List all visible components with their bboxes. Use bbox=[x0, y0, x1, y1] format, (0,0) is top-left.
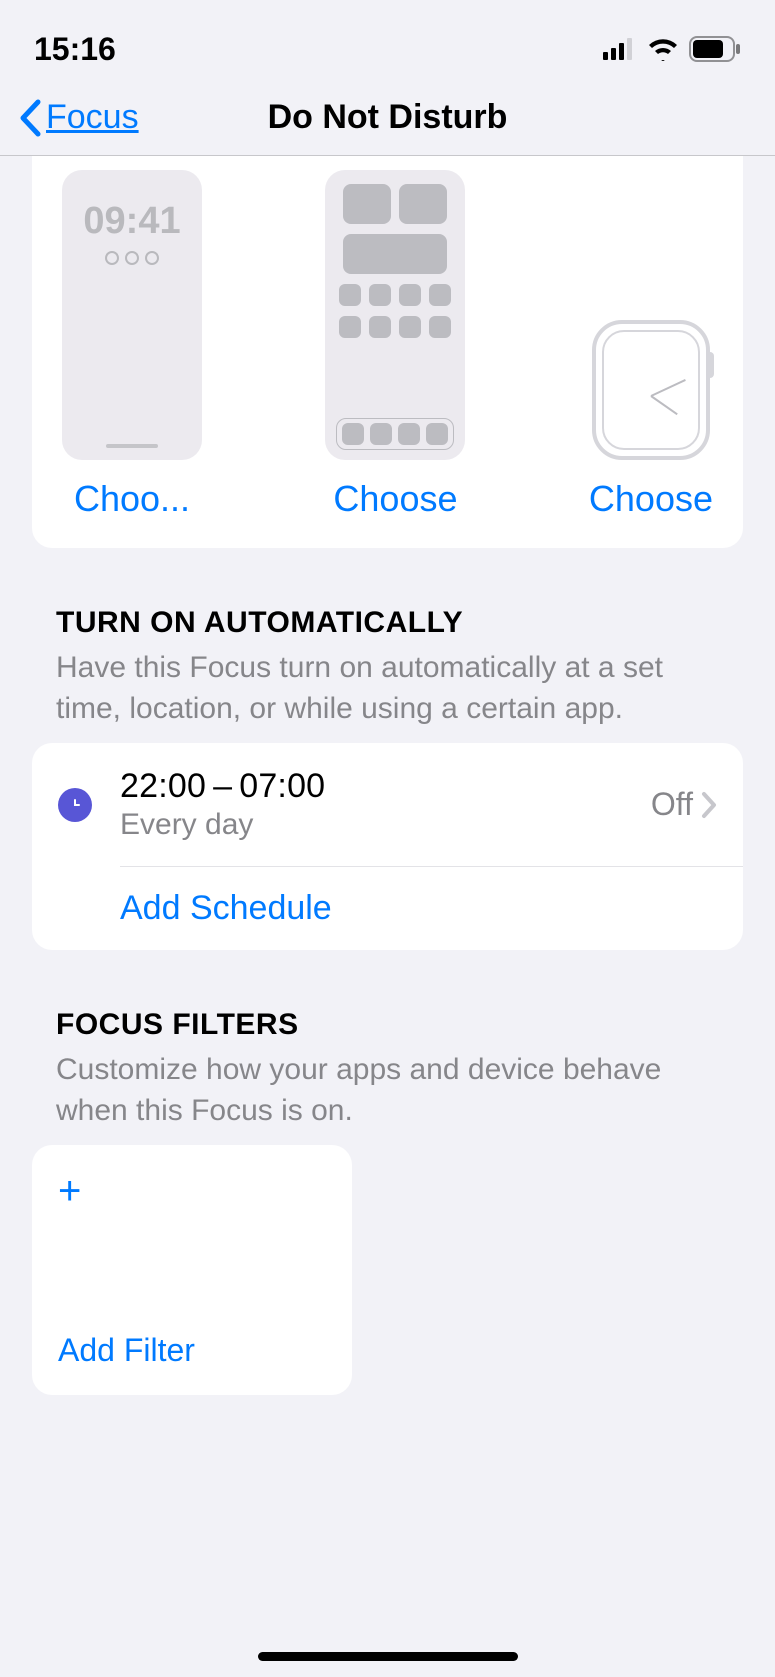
lock-preview-dots bbox=[105, 251, 159, 265]
lock-preview-clock: 09:41 bbox=[83, 200, 180, 243]
filters-header-title: FOCUS FILTERS bbox=[56, 1008, 719, 1042]
choose-home-label: Choose bbox=[333, 478, 457, 520]
auto-section-header: TURN ON AUTOMATICALLY Have this Focus tu… bbox=[56, 606, 719, 729]
schedule-card: 22:00 – 07:00 Every day Off Add Schedule bbox=[32, 743, 743, 950]
nav-header: Focus Do Not Disturb bbox=[0, 80, 775, 156]
schedule-time: 22:00 – 07:00 bbox=[120, 767, 651, 806]
customize-screens-card: 09:41 Choo... Choose Choose bbox=[32, 156, 743, 548]
status-indicators bbox=[603, 36, 741, 62]
back-button[interactable]: Focus bbox=[18, 98, 139, 137]
add-schedule-button[interactable]: Add Schedule bbox=[32, 867, 743, 950]
clock-icon bbox=[58, 788, 92, 822]
cellular-icon bbox=[603, 38, 637, 60]
status-time: 15:16 bbox=[34, 31, 116, 68]
plus-icon: + bbox=[58, 1171, 326, 1211]
auto-header-desc: Have this Focus turn on automatically at… bbox=[56, 648, 719, 729]
filters-header-desc: Customize how your apps and device behav… bbox=[56, 1050, 719, 1131]
status-bar: 15:16 bbox=[0, 0, 775, 80]
wifi-icon bbox=[647, 37, 679, 61]
watch-preview bbox=[592, 320, 710, 460]
home-screen-preview bbox=[325, 170, 465, 460]
watch-face-option[interactable]: Choose bbox=[589, 170, 713, 520]
chevron-left-icon bbox=[18, 99, 42, 137]
choose-lock-label: Choo... bbox=[74, 478, 190, 520]
back-label: Focus bbox=[46, 98, 139, 137]
choose-watch-label: Choose bbox=[589, 478, 713, 520]
lock-screen-option[interactable]: 09:41 Choo... bbox=[62, 170, 202, 520]
filters-section-header: FOCUS FILTERS Customize how your apps an… bbox=[56, 1008, 719, 1131]
schedule-repeat: Every day bbox=[120, 808, 651, 842]
add-filter-label: Add Filter bbox=[58, 1332, 326, 1369]
add-filter-card[interactable]: + Add Filter bbox=[32, 1145, 352, 1395]
home-screen-option[interactable]: Choose bbox=[325, 170, 465, 520]
schedule-row[interactable]: 22:00 – 07:00 Every day Off bbox=[32, 743, 743, 866]
lock-screen-preview: 09:41 bbox=[62, 170, 202, 460]
battery-icon bbox=[689, 36, 741, 62]
schedule-state: Off bbox=[651, 786, 693, 823]
auto-header-title: TURN ON AUTOMATICALLY bbox=[56, 606, 719, 640]
home-indicator[interactable] bbox=[258, 1652, 518, 1661]
chevron-right-icon bbox=[701, 791, 717, 819]
